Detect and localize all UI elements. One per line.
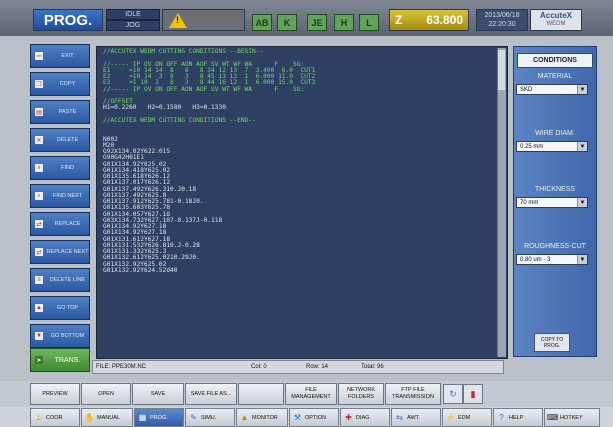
- thickness-select[interactable]: 70 mm ▼: [516, 197, 588, 208]
- status-idle: IDLE: [106, 9, 160, 20]
- file-management-button[interactable]: FILE MANAGEMENT: [285, 383, 337, 405]
- mode-button-h[interactable]: H: [334, 14, 354, 31]
- nav-diag[interactable]: ✚ DIAG.: [340, 408, 390, 427]
- roughness-label: ROUGHNESS-CUT: [524, 243, 586, 250]
- warning-icon: !: [169, 12, 187, 28]
- cursor-row: Row: 14: [306, 364, 329, 370]
- nav-prog[interactable]: ▦ PROG.: [134, 408, 184, 427]
- warning-panel[interactable]: !: [162, 9, 245, 31]
- conditions-title: CONDITIONS: [517, 53, 593, 68]
- diag-icon: ✚: [345, 413, 352, 422]
- editor-scrollbar-thumb[interactable]: [498, 50, 505, 90]
- chevron-down-icon: ▼: [577, 142, 587, 151]
- mode-button-k[interactable]: K: [277, 14, 297, 31]
- wire-diam-select[interactable]: 0.25 mm ▼: [516, 141, 588, 152]
- go-top-button[interactable]: ▲ GO TOP: [30, 296, 90, 320]
- nav-help[interactable]: ? HELP: [493, 408, 543, 427]
- chevron-down-icon: ▼: [577, 85, 587, 94]
- go-bottom-button[interactable]: ▼ GO BOTTOM: [30, 324, 90, 348]
- nav-simu[interactable]: ✎ SIMU.: [185, 408, 235, 427]
- trans-button[interactable]: ➤ TRANS.: [30, 348, 90, 372]
- find-next-icon: ⌕: [35, 192, 43, 200]
- date: 2013/06/18: [484, 12, 520, 19]
- material-label: MATERIAL: [537, 73, 573, 80]
- prog-icon: ▦: [138, 413, 147, 422]
- mode-indicator: PROG.: [33, 9, 103, 31]
- wire-diam-label: WIRE DIAM.: [535, 130, 575, 137]
- file-status-bar: FILE: PPE30M.NC Col: 0 Row: 14 Total: 96: [92, 360, 504, 374]
- network-folders-button[interactable]: NETWORK FOLDERS: [338, 383, 384, 405]
- nav-awt[interactable]: ⇆ AWT: [391, 408, 441, 427]
- preview-button[interactable]: PREVIEW: [30, 383, 80, 405]
- coor-icon: ⊥: [35, 413, 42, 422]
- ftp-file-transmission-button[interactable]: FTP FILE TRANSMISSION: [385, 383, 441, 405]
- replace-icon: ⇄: [35, 220, 43, 228]
- hotkey-icon: ⌨: [546, 413, 559, 422]
- mode-button-l[interactable]: L: [359, 14, 379, 31]
- nav-hotkey[interactable]: ⌨ HOTKEY: [544, 408, 600, 427]
- find-next-button[interactable]: ⌕ FIND NEXT: [30, 184, 90, 208]
- date-time: 2013/06/18 22:20:30: [476, 9, 528, 31]
- copy-to-prog-button[interactable]: COPY TO PROG.: [534, 333, 570, 352]
- help-icon: ?: [499, 413, 504, 422]
- z-axis-icon: Z: [395, 13, 403, 27]
- option-icon: ⚒: [293, 413, 302, 422]
- go-top-icon: ▲: [35, 304, 43, 312]
- delete-line-button[interactable]: ≡ DELETE LINE: [30, 268, 90, 292]
- nc-code-editor[interactable]: //ACCUTEX WEDM CUTTING CONDITIONS --BEGI…: [96, 46, 508, 359]
- save-file-as-button[interactable]: SAVE FILE AS...: [185, 383, 237, 405]
- manual-icon: ✋: [84, 413, 95, 422]
- edm-icon: ⚡: [445, 413, 456, 422]
- go-bottom-icon: ▼: [35, 332, 43, 340]
- file-name: FILE: PPE30M.NC: [96, 364, 147, 370]
- monitor-icon: ▲: [240, 413, 249, 422]
- chart-icon[interactable]: ▮: [463, 384, 483, 404]
- find-icon: ⌕: [35, 164, 43, 172]
- exit-icon: ⇦: [35, 52, 43, 60]
- delete-icon: ✕: [35, 136, 43, 144]
- nav-edm[interactable]: ⚡ EDM: [442, 408, 492, 427]
- counter-value: 63.800: [426, 13, 463, 27]
- thickness-label: THICKNESS: [534, 186, 576, 193]
- chevron-down-icon: ▼: [577, 198, 587, 207]
- mode-button-je[interactable]: JE: [307, 14, 327, 31]
- delete-button[interactable]: ✕ DELETE: [30, 128, 90, 152]
- nav-option[interactable]: ⚒ OPTION: [289, 408, 339, 427]
- roughness-select[interactable]: 0.80 um - 3 ▼: [516, 254, 588, 265]
- nav-coor[interactable]: ⊥ COOR: [30, 408, 80, 427]
- cursor-col: Col: 0: [251, 364, 267, 370]
- find-button[interactable]: ⌕ FIND: [30, 156, 90, 180]
- chevron-down-icon: ▼: [577, 255, 587, 264]
- trans-icon: ➤: [35, 356, 43, 364]
- status-jog: JOG: [106, 20, 160, 31]
- replace-next-button[interactable]: ⇄ REPLACE NEXT: [30, 240, 90, 264]
- editor-scrollbar[interactable]: [497, 48, 506, 357]
- editor-sidebar: ⇦ EXIT ❐ COPY ▤ PASTE ✕ DELETE ⌕ FIND ⌕ FIND N…: [30, 44, 90, 372]
- nav-manual[interactable]: ✋ MANUAL: [81, 408, 133, 427]
- machine-status: IDLE JOG: [106, 9, 160, 31]
- copy-icon: ❐: [35, 80, 43, 88]
- time: 22:20:30: [488, 21, 516, 28]
- awt-icon: ⇆: [396, 413, 403, 422]
- save-button[interactable]: SAVE: [132, 383, 184, 405]
- z-axis-counter: Z 63.800: [389, 9, 469, 31]
- exit-button[interactable]: ⇦ EXIT: [30, 44, 90, 68]
- code-line: G01X132.92Y624.52d40: [103, 266, 178, 274]
- paste-button[interactable]: ▤ PASTE: [30, 100, 90, 124]
- simu-icon: ✎: [190, 413, 197, 422]
- material-select[interactable]: SKD ▼: [516, 84, 588, 95]
- replace-next-icon: ⇄: [35, 248, 43, 256]
- delete-line-icon: ≡: [35, 276, 43, 284]
- mode-button-ab[interactable]: AB: [252, 14, 272, 31]
- open-button[interactable]: OPEN: [81, 383, 131, 405]
- copy-button[interactable]: ❐ COPY: [30, 72, 90, 96]
- replace-button[interactable]: ⇄ REPLACE: [30, 212, 90, 236]
- brand-logo: AccuteX WEDM: [530, 9, 582, 31]
- paste-icon: ▤: [35, 108, 43, 116]
- refresh-icon[interactable]: ↻: [443, 384, 463, 404]
- nav-monitor[interactable]: ▲ MONITOR: [236, 408, 288, 427]
- blank-function-button[interactable]: [238, 383, 284, 405]
- total-lines: Total: 96: [361, 364, 384, 370]
